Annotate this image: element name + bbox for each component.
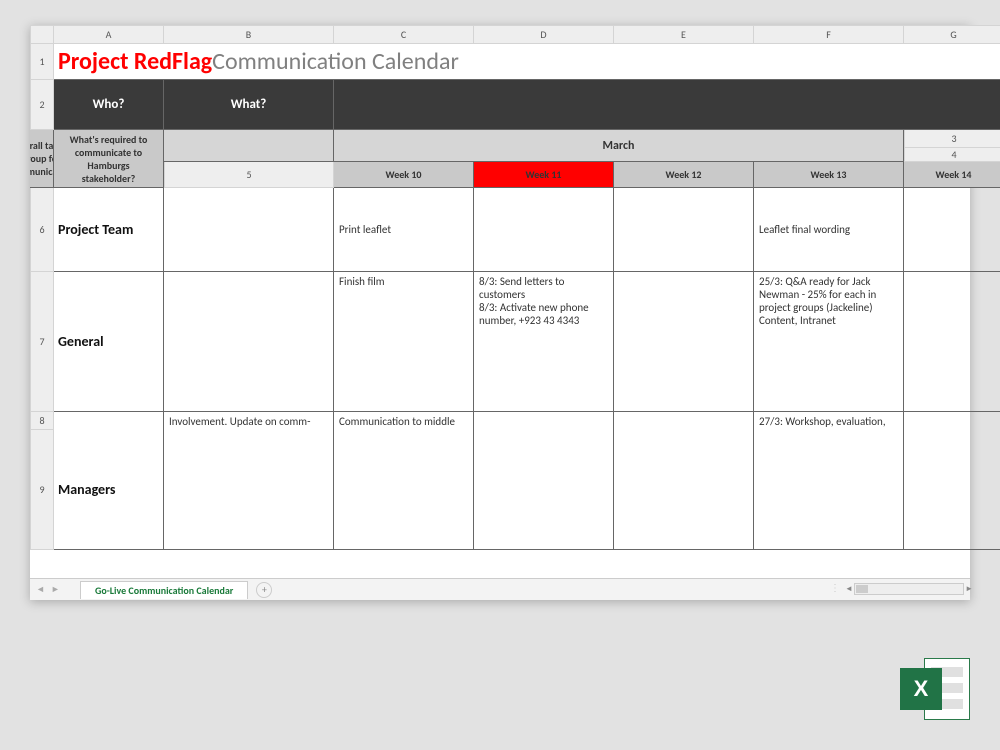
col-header-f[interactable]: F xyxy=(754,25,904,44)
cell-d8[interactable] xyxy=(474,412,614,430)
cell-f7[interactable]: 25/3: Q&A ready for Jack Newman - 25% fo… xyxy=(754,272,904,412)
week-13[interactable]: Week 13 xyxy=(754,162,904,188)
cell-f6[interactable]: Leaflet final wording xyxy=(754,188,904,272)
tab-next-icon[interactable]: ► xyxy=(51,584,60,595)
horizontal-scroll-thumb[interactable] xyxy=(856,585,868,593)
col-header-b[interactable]: B xyxy=(164,25,334,44)
tab-scroll-separator: ⋮ xyxy=(830,581,840,594)
title-grey-part: Communication Calendar xyxy=(212,47,459,76)
cell-e6[interactable] xyxy=(614,188,754,272)
row-header-6[interactable]: 6 xyxy=(30,188,54,272)
cell-a8[interactable] xyxy=(54,412,164,430)
week-10[interactable]: Week 10 xyxy=(334,162,474,188)
excel-icon-letter: X xyxy=(914,676,929,702)
header-who[interactable]: Who? xyxy=(54,80,164,130)
cell-a7[interactable]: General xyxy=(54,272,164,412)
cell-g6[interactable] xyxy=(904,188,1000,272)
week-11[interactable]: Week 11 xyxy=(474,162,614,188)
scroll-left-icon[interactable]: ◄ xyxy=(845,584,853,594)
sheet-tab-active[interactable]: Go-Live Communication Calendar xyxy=(80,581,248,599)
cell-g7[interactable] xyxy=(904,272,1000,412)
select-all-corner[interactable] xyxy=(30,25,54,44)
cell-b9[interactable] xyxy=(164,430,334,550)
cell-c6[interactable]: Print leaflet xyxy=(334,188,474,272)
col-header-d[interactable]: D xyxy=(474,25,614,44)
cell-a6[interactable]: Project Team xyxy=(54,188,164,272)
tab-nav-arrows[interactable]: ◄ ► xyxy=(30,584,80,595)
cell-e9[interactable] xyxy=(614,430,754,550)
column-headers-row: A B C D E F G xyxy=(30,25,970,43)
cell-d6[interactable] xyxy=(474,188,614,272)
col-header-e[interactable]: E xyxy=(614,25,754,44)
excel-icon-badge: X xyxy=(900,668,942,710)
cell-b8[interactable]: Involvement. Update on comm-plan. Q&As xyxy=(164,412,334,430)
sheet-tab-bar: ◄ ► Go-Live Communication Calendar + ⋮ ◄… xyxy=(30,578,970,600)
month-header[interactable]: March xyxy=(334,130,904,162)
cell-d7[interactable]: 8/3: Send letters to customers 8/3: Acti… xyxy=(474,272,614,412)
cell-d9[interactable] xyxy=(474,430,614,550)
subheader-target[interactable]: Overall target group for communication xyxy=(30,130,54,188)
cell-f9[interactable] xyxy=(754,430,904,550)
subheader-required[interactable]: What's required to communicate to Hambur… xyxy=(54,130,164,188)
header-dark-span[interactable] xyxy=(334,80,1000,130)
add-sheet-button[interactable]: + xyxy=(256,582,272,598)
row-header-2[interactable]: 2 xyxy=(30,80,54,130)
excel-app-icon: X xyxy=(900,658,970,720)
horizontal-scrollbar[interactable]: ◄ ► xyxy=(854,583,964,595)
cell-c8[interactable]: Communication to middle mgt - according … xyxy=(334,412,474,430)
row-header-3[interactable]: 3 xyxy=(904,130,1000,148)
col-header-c[interactable]: C xyxy=(334,25,474,44)
month-header-tail[interactable] xyxy=(164,130,334,162)
cell-b7[interactable] xyxy=(164,272,334,412)
title-red-part: Project RedFlag xyxy=(58,47,212,76)
grid-body: 1 Project RedFlag Communication Calendar… xyxy=(30,43,970,578)
header-what[interactable]: What? xyxy=(164,80,334,130)
cell-b6[interactable] xyxy=(164,188,334,272)
row-header-9[interactable]: 9 xyxy=(30,430,54,550)
cell-a9[interactable]: Managers xyxy=(54,430,164,550)
row-header-7[interactable]: 7 xyxy=(30,272,54,412)
col-header-a[interactable]: A xyxy=(54,25,164,44)
cell-f8[interactable]: 27/3: Workshop, evaluation, follow-up fo… xyxy=(754,412,904,430)
week-12[interactable]: Week 12 xyxy=(614,162,754,188)
scroll-right-icon[interactable]: ► xyxy=(965,584,973,594)
row-header-8[interactable]: 8 xyxy=(30,412,54,430)
tab-prev-icon[interactable]: ◄ xyxy=(36,584,45,595)
week-14[interactable]: Week 14 xyxy=(904,162,1000,188)
row-header-5[interactable]: 5 xyxy=(164,162,334,188)
cell-g9[interactable] xyxy=(904,430,1000,550)
cell-e7[interactable] xyxy=(614,272,754,412)
col-header-g[interactable]: G xyxy=(904,25,1000,44)
cell-c9[interactable] xyxy=(334,430,474,550)
spreadsheet-window: A B C D E F G 1 Project RedFlag Communic… xyxy=(30,25,970,600)
row-header-4[interactable]: 4 xyxy=(904,148,1000,162)
cell-g8[interactable] xyxy=(904,412,1000,430)
title-cell[interactable]: Project RedFlag Communication Calendar xyxy=(54,44,1000,80)
cell-c7[interactable]: Finish film xyxy=(334,272,474,412)
cell-e8[interactable] xyxy=(614,412,754,430)
row-header-1[interactable]: 1 xyxy=(30,44,54,80)
